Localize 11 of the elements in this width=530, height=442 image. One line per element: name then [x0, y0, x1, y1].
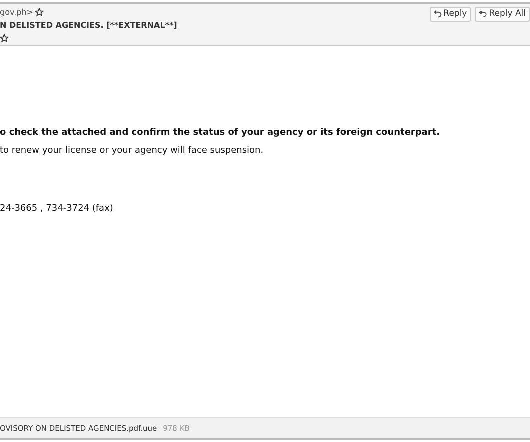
star-icon[interactable]	[35, 8, 44, 16]
star-icon[interactable]	[0, 34, 9, 42]
reply-button[interactable]: Reply All	[475, 6, 530, 22]
sender-address: gov.ph>	[0, 8, 34, 16]
reply-arrow-icon	[434, 10, 442, 18]
email-subject: N DELISTED AGENCIES. [**EXTERNAL**]	[0, 20, 178, 32]
body-text: o check the attached and confirm the status of your agency or its foreign counterpart.	[0, 128, 442, 138]
reply-button[interactable]: Reply	[430, 6, 472, 22]
double-arrow-icon	[479, 10, 488, 18]
body-text: to renew your license or your agency will face suspension.	[0, 146, 265, 156]
phone-numbers: 24-3665 , 734-3724 (fax)	[0, 204, 114, 214]
